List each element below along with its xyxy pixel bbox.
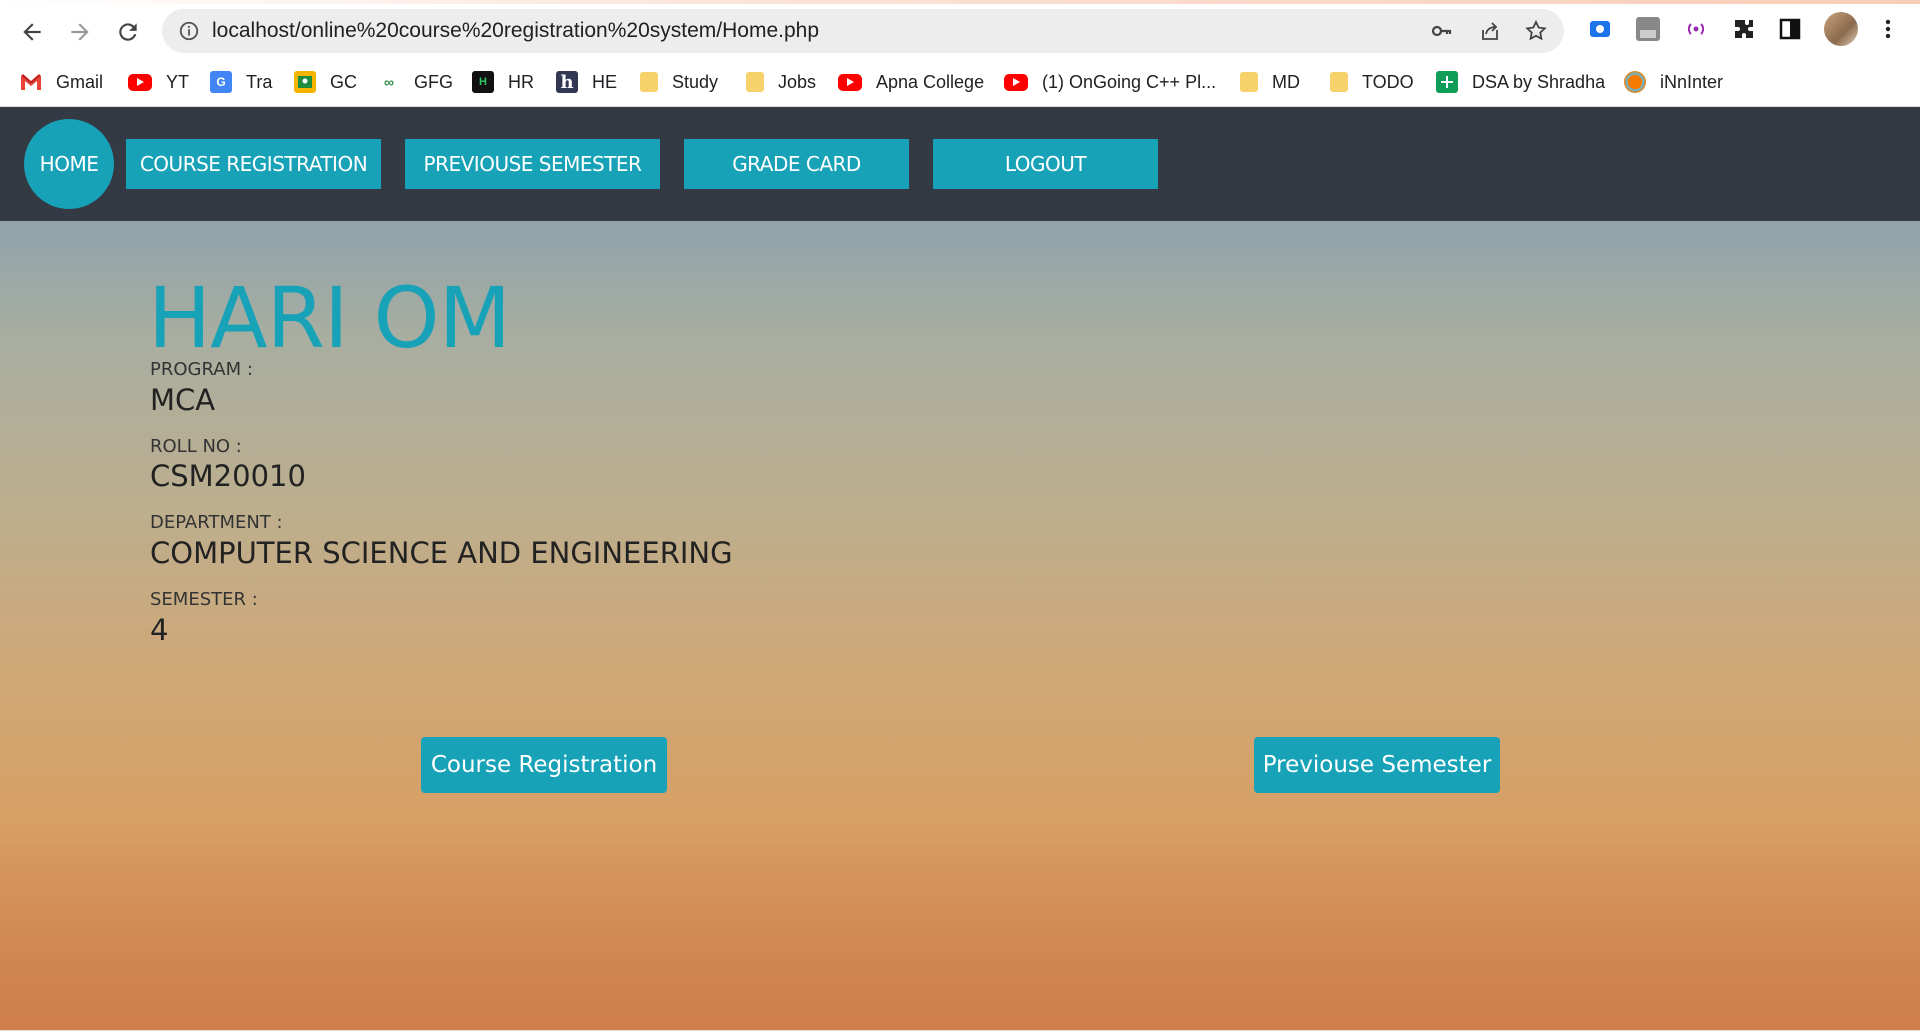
bookmark-md[interactable]: MD xyxy=(1240,68,1300,96)
tab-strip-edge xyxy=(0,0,1920,4)
key-icon[interactable] xyxy=(1430,19,1454,43)
star-icon[interactable] xyxy=(1524,19,1548,43)
previous-semester-button[interactable]: Previouse Semester xyxy=(1254,737,1500,793)
bookmark-label: HR xyxy=(508,71,534,92)
puzzle-icon[interactable] xyxy=(1730,15,1758,43)
bookmark-label: GFG xyxy=(414,71,453,92)
gfg-icon: ∞ xyxy=(384,74,394,90)
folder-icon xyxy=(640,72,658,92)
bookmark-todo[interactable]: TODO xyxy=(1330,68,1414,96)
bookmark-label: Study xyxy=(672,71,719,92)
nav-grade-card[interactable]: GRADE CARD xyxy=(684,139,909,189)
roll-label: ROLL NO : xyxy=(150,436,242,457)
bookmark-hr[interactable]: H HR xyxy=(472,68,534,96)
hackerrank-icon: H xyxy=(472,71,494,93)
bookmark-label: YT xyxy=(166,71,190,92)
back-icon[interactable] xyxy=(12,12,52,52)
bookmark-apna-college[interactable]: Apna College xyxy=(838,68,984,96)
bookmark-label: TODO xyxy=(1362,71,1414,92)
sheets-icon xyxy=(1436,71,1458,93)
info-icon[interactable] xyxy=(178,20,200,42)
bookmark-ongoing-cpp[interactable]: (1) OnGoing C++ Pl... xyxy=(1004,68,1216,96)
department-label: DEPARTMENT : xyxy=(150,512,283,533)
youtube-icon xyxy=(838,73,862,91)
bookmark-ininter[interactable]: iNnInter xyxy=(1624,68,1723,96)
bookmark-jobs[interactable]: Jobs xyxy=(746,68,816,96)
forward-icon[interactable] xyxy=(60,12,100,52)
browser-toolbar: localhost/online%20course%20registration… xyxy=(0,0,1920,60)
bookmark-label: iNnInter xyxy=(1660,71,1724,92)
hackerearth-icon: h xyxy=(556,71,578,93)
bookmark-he[interactable]: h HE xyxy=(556,68,617,96)
web-page: HOME COURSE REGISTRATION PREVIOUSE SEMES… xyxy=(0,107,1920,1031)
bookmark-label: MD xyxy=(1272,71,1300,92)
url-text[interactable]: localhost/online%20course%20registration… xyxy=(212,19,819,43)
semester-value: 4 xyxy=(150,613,169,647)
ininter-icon xyxy=(1624,71,1646,93)
sidepanel-icon[interactable] xyxy=(1776,15,1804,43)
bookmark-label: Gmail xyxy=(56,71,104,92)
program-label: PROGRAM : xyxy=(150,359,253,380)
bookmark-gc[interactable]: GC xyxy=(294,68,357,96)
course-registration-button[interactable]: Course Registration xyxy=(421,737,667,793)
translate-icon: G xyxy=(210,71,232,93)
menu-icon[interactable] xyxy=(1874,15,1902,43)
bookmark-yt[interactable]: YT xyxy=(128,68,189,96)
bookmarks-bar: Gmail YT G Tra GC ∞ GFG H HR h HE Study … xyxy=(0,60,1920,107)
bookmark-study[interactable]: Study xyxy=(640,68,718,96)
bookmark-label: HE xyxy=(592,71,618,92)
nav-logout[interactable]: LOGOUT xyxy=(933,139,1158,189)
nav-home[interactable]: HOME xyxy=(24,119,114,209)
bookmark-gmail[interactable]: Gmail xyxy=(20,68,103,96)
site-navbar: HOME COURSE REGISTRATION PREVIOUSE SEMES… xyxy=(0,107,1920,221)
bookmark-label: Jobs xyxy=(778,71,817,92)
youtube-icon xyxy=(128,73,152,91)
student-profile-panel: HARI OM PROGRAM : MCA ROLL NO : CSM20010… xyxy=(0,221,1920,1031)
nav-course-registration[interactable]: COURSE REGISTRATION xyxy=(126,139,381,189)
bookmark-label: DSA by Shradha xyxy=(1472,71,1606,92)
bookmark-label: (1) OnGoing C++ Pl... xyxy=(1042,71,1217,92)
folder-icon xyxy=(1240,72,1258,92)
classroom-icon xyxy=(294,71,316,93)
reload-icon[interactable] xyxy=(108,12,148,52)
bookmark-label: Apna College xyxy=(876,71,985,92)
bookmark-dsa-shradha[interactable]: DSA by Shradha xyxy=(1436,68,1605,96)
address-bar[interactable]: localhost/online%20course%20registration… xyxy=(162,9,1564,53)
avatar[interactable] xyxy=(1824,12,1858,46)
bookmark-label: GC xyxy=(330,71,357,92)
bookmark-gfg[interactable]: ∞ GFG xyxy=(378,68,453,96)
folder-icon xyxy=(746,72,764,92)
department-value: COMPUTER SCIENCE AND ENGINEERING xyxy=(150,536,733,570)
nav-previous-semester[interactable]: PREVIOUSE SEMESTER xyxy=(405,139,660,189)
podcast-icon[interactable] xyxy=(1682,15,1710,43)
student-name: HARI OM xyxy=(148,269,511,367)
youtube-icon xyxy=(1004,73,1028,91)
gmail-icon xyxy=(20,71,42,93)
program-value: MCA xyxy=(150,383,216,417)
share-icon[interactable] xyxy=(1478,19,1502,43)
bookmark-label: Tra xyxy=(246,71,273,92)
semester-label: SEMESTER : xyxy=(150,589,258,610)
extension-icon[interactable] xyxy=(1634,15,1662,43)
roll-value: CSM20010 xyxy=(150,459,306,493)
bookmark-tra[interactable]: G Tra xyxy=(210,68,272,96)
folder-icon xyxy=(1330,72,1348,92)
screencast-icon[interactable] xyxy=(1586,15,1614,43)
